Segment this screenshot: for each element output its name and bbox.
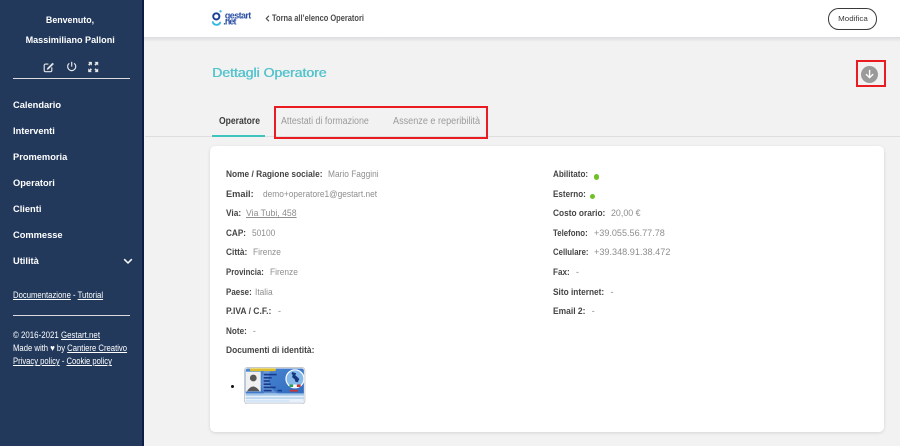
svg-text:.net: .net <box>223 17 236 27</box>
